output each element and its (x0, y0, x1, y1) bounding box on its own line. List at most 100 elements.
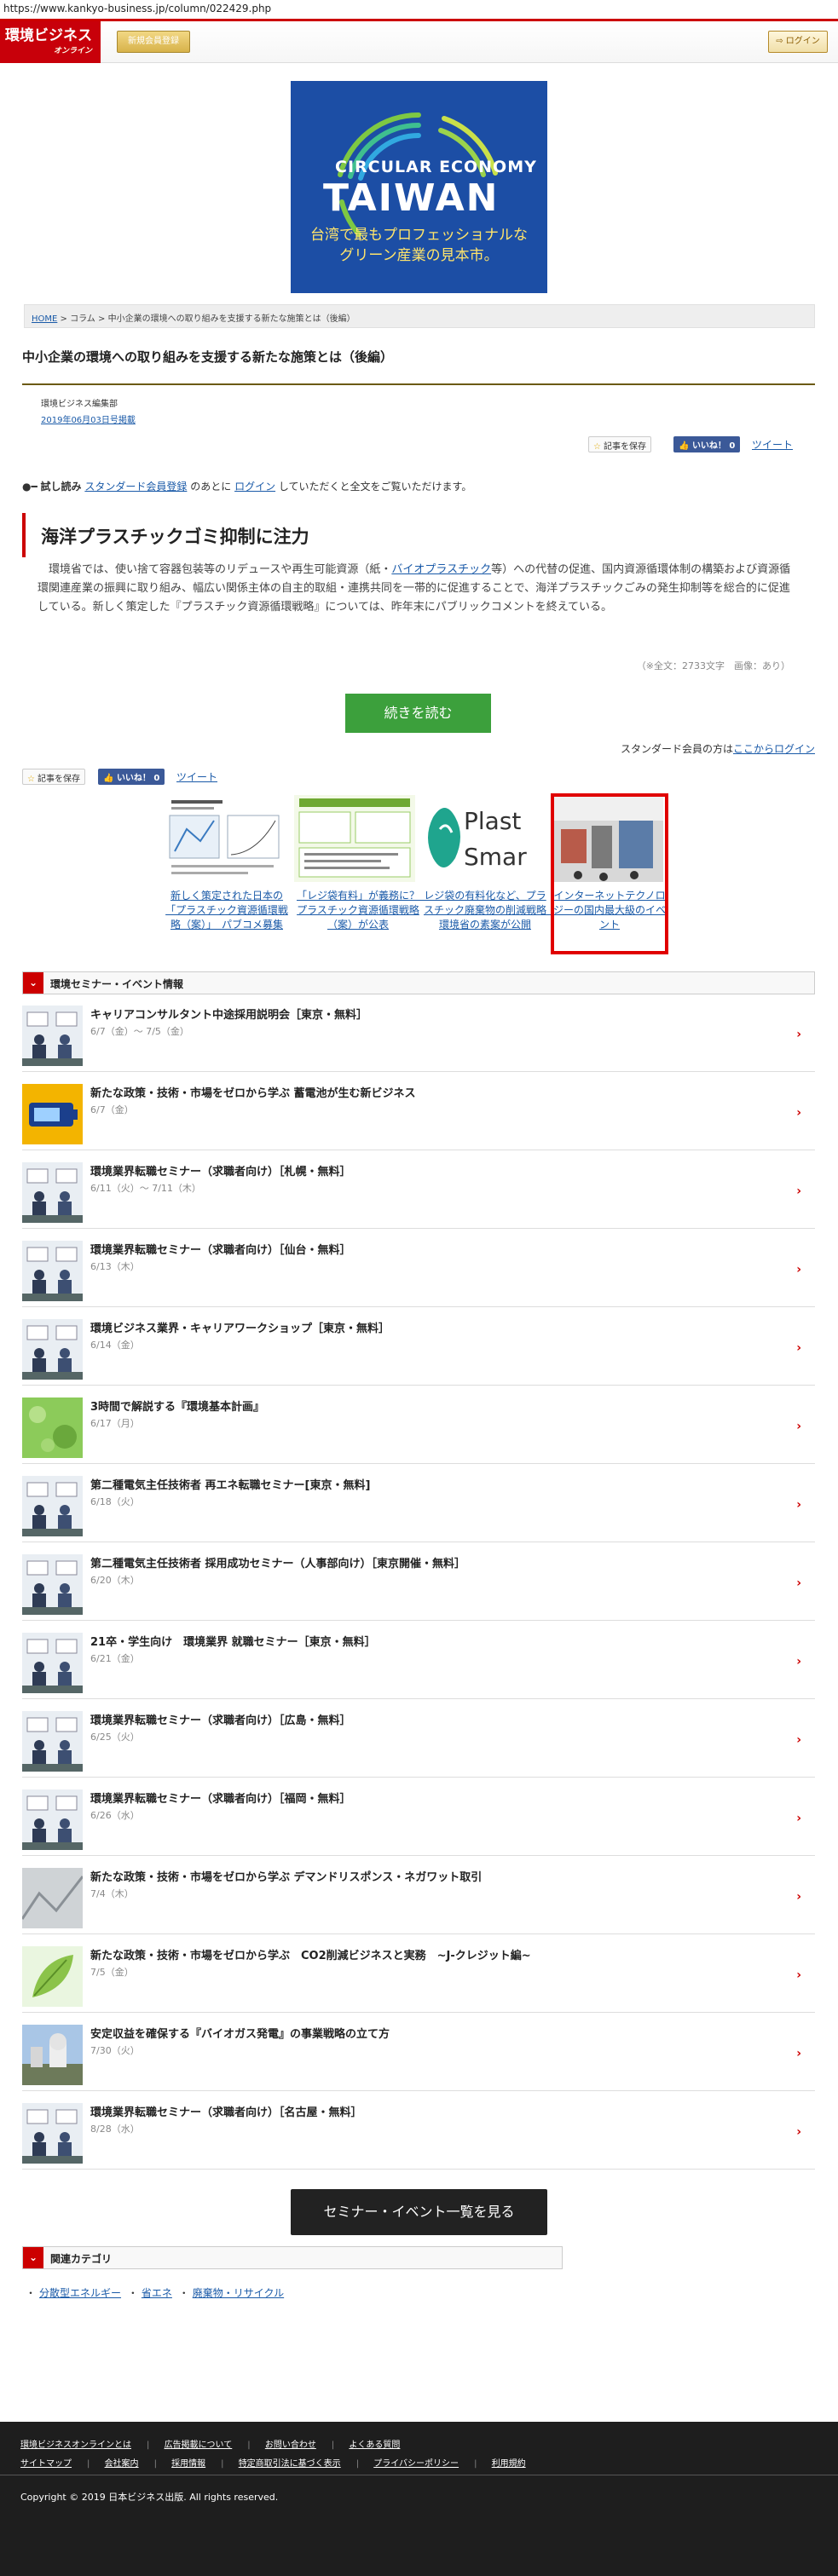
standard-register-link[interactable]: スタンダード会員登録 (84, 481, 187, 493)
chevron-right-icon[interactable]: › (796, 1576, 801, 1590)
footer-link[interactable]: 会社案内 (105, 2459, 139, 2469)
category-link[interactable]: 廃棄物・リサイクル (193, 2287, 284, 2299)
chevron-right-icon[interactable]: › (796, 1341, 801, 1355)
login-label: ログイン (785, 37, 820, 46)
footer-link[interactable]: お問い合わせ (265, 2441, 316, 2450)
event-date: 6/18（火） (90, 1496, 140, 1507)
event-date: 6/20（木） (90, 1575, 140, 1586)
event-title[interactable]: 21卒・学生向け 環境業界 就職セミナー［東京・無料］ (90, 1633, 376, 1649)
std-login-link[interactable]: ここからログイン (733, 743, 815, 755)
event-title[interactable]: 環境ビジネス業界・キャリアワークショップ［東京・無料］ (90, 1319, 390, 1335)
chevron-right-icon[interactable]: › (796, 2047, 801, 2060)
footer-link[interactable]: 採用情報 (171, 2459, 205, 2469)
related-link[interactable]: レジ袋の有料化など、プラスチック廃棄物の削減戦略 環境省の素案が公開 (424, 890, 557, 931)
event-item[interactable]: 新たな政策・技術・市場をゼロから学ぶ デマンドリスポンス・ネガワット取引 7/4（… (22, 1856, 815, 1934)
related-article[interactable]: 「レジ袋有料」が義務に？ プラスチック資源循環戦略（案）が公表 (294, 795, 430, 932)
category-link[interactable]: 省エネ (142, 2287, 172, 2299)
page-title: 中小企業の環境への取り組みを支援する新たな施策とは（後編） (22, 349, 394, 365)
event-item[interactable]: 環境業界転職セミナー（求職者向け）［仙台・無料］ 6/13（木） › (22, 1229, 815, 1307)
footer-link[interactable]: サイトマップ (20, 2459, 72, 2469)
event-item[interactable]: 環境業界転職セミナー（求職者向け）［福岡・無料］ 6/26（水） › (22, 1778, 815, 1856)
all-events-button[interactable]: セミナー・イベント一覧を見る (291, 2189, 547, 2235)
event-title[interactable]: 3時間で解説する『環境基本計画』 (90, 1397, 264, 1414)
like-button[interactable]: 👍 いいね！ 0 (673, 436, 741, 452)
event-item[interactable]: 環境業界転職セミナー（求職者向け）［名古屋・無料］ 8/28（水） › (22, 2091, 815, 2170)
chevron-right-icon[interactable]: › (796, 1733, 801, 1747)
thumb-word1: Plast (464, 807, 521, 835)
like-button[interactable]: 👍 いいね！ 0 (98, 769, 165, 785)
footer-link[interactable]: 広告掲載について (165, 2441, 233, 2450)
event-item[interactable]: 第二種電気主任技術者 再エネ転職セミナー[東京・無料] 6/18（火） › (22, 1464, 815, 1542)
event-item[interactable]: キャリアコンサルタント中途採用説明会［東京・無料］ 6/7（金）～ 7/5（金） › (22, 994, 815, 1072)
event-title[interactable]: 新たな政策・技術・市場をゼロから学ぶ CO2削減ビジネスと実務 ~J-クレジット… (90, 1946, 531, 1962)
event-date: 6/14（金） (90, 1340, 140, 1351)
footer-link[interactable]: 利用規約 (492, 2459, 526, 2469)
related-article[interactable]: Plast Smar レジ袋の有料化など、プラスチック廃棄物の削減戦略 環境省の… (421, 795, 557, 932)
event-title[interactable]: 新たな政策・技術・市場をゼロから学ぶ 蓄電池が生む新ビジネス (90, 1084, 416, 1100)
breadcrumb-column[interactable]: コラム (70, 314, 95, 324)
category-link[interactable]: 分散型エネルギー (39, 2287, 121, 2299)
tweet-link[interactable]: ツイート (176, 769, 217, 784)
event-item[interactable]: 新たな政策・技術・市場をゼロから学ぶ 蓄電池が生む新ビジネス 6/7（金） › (22, 1072, 815, 1150)
login-button[interactable]: ⇨ ログイン (768, 31, 828, 53)
event-title[interactable]: 第二種電気主任技術者 再エネ転職セミナー[東京・無料] (90, 1476, 370, 1492)
save-article-button[interactable]: ☆ 記事を保存 (588, 436, 651, 452)
chevron-right-icon[interactable]: › (796, 2125, 801, 2139)
event-thumbnail (22, 1397, 83, 1458)
breadcrumb-current: 中小企業の環境への取り組みを支援する新たな施策とは（後編） (107, 314, 355, 324)
event-title[interactable]: 環境業界転職セミナー（求職者向け）［名古屋・無料］ (90, 2103, 362, 2119)
footer-link[interactable]: 環境ビジネスオンラインとは (20, 2441, 131, 2450)
event-item[interactable]: 3時間で解説する『環境基本計画』 6/17（月） › (22, 1386, 815, 1464)
url-bar[interactable]: https://www.kankyo-business.jp/column/02… (0, 0, 838, 19)
related-link[interactable]: 新しく策定された日本の「プラスチック資源循環戦略（案）」 パブコメ募集 (165, 890, 288, 931)
chevron-right-icon[interactable]: › (796, 1812, 801, 1825)
trial-login-link[interactable]: ログイン (234, 481, 275, 493)
related-article[interactable]: 新しく策定された日本の「プラスチック資源循環戦略（案）」 パブコメ募集 (163, 795, 291, 932)
chevron-right-icon[interactable]: › (796, 1263, 801, 1276)
chevron-right-icon[interactable]: › (796, 1498, 801, 1512)
event-title[interactable]: 環境業界転職セミナー（求職者向け）［仙台・無料］ (90, 1241, 351, 1257)
chevron-right-icon[interactable]: › (796, 1028, 801, 1041)
related-link[interactable]: 「レジ袋有料」が義務に？ プラスチック資源循環戦略（案）が公表 (297, 890, 430, 931)
chevron-right-icon[interactable]: › (796, 1655, 801, 1668)
event-item[interactable]: 環境ビジネス業界・キャリアワークショップ［東京・無料］ 6/14（金） › (22, 1307, 815, 1386)
save-article-button[interactable]: ☆ 記事を保存 (22, 769, 85, 785)
thumbs-up-icon: 👍 (679, 441, 690, 451)
event-item[interactable]: 21卒・学生向け 環境業界 就職セミナー［東京・無料］ 6/21（金） › (22, 1621, 815, 1699)
key-icon: ●━ (22, 481, 38, 493)
footer-link[interactable]: プライバシーポリシー (373, 2459, 459, 2469)
event-item[interactable]: 環境業界転職セミナー（求職者向け）［広島・無料］ 6/25（火） › (22, 1699, 815, 1778)
footer-link[interactable]: よくある質問 (349, 2441, 400, 2450)
section-heading: 海洋プラスチックゴミ抑制に注力 (22, 513, 815, 557)
tweet-link[interactable]: ツイート (752, 437, 793, 452)
publish-date-link[interactable]: 2019年06月03日号掲載 (41, 412, 136, 425)
event-item[interactable]: 安定収益を確保する『バイオガス発電』の事業戦略の立て方 7/30（火） › (22, 2013, 815, 2091)
event-title[interactable]: 環境業界転職セミナー（求職者向け）［広島・無料］ (90, 1711, 351, 1727)
ad-banner[interactable]: CIRCULAR ECONOMY TAIWAN 台湾で最もプロフェッショナルな … (291, 81, 547, 293)
chevron-right-icon[interactable]: › (796, 1968, 801, 1982)
register-button[interactable]: 新規会員登録 (117, 31, 190, 53)
chevron-right-icon[interactable]: › (796, 1890, 801, 1904)
author-name: 環境ビジネス編集部 (41, 400, 118, 409)
chevron-right-icon[interactable]: › (796, 1420, 801, 1433)
banner-sub1: 台湾で最もプロフェッショナルな (310, 227, 528, 244)
trial-read-notice: ●━ 試し読み スタンダード会員登録 のあとに ログイン していただくと全文をご… (22, 479, 471, 493)
event-title[interactable]: 新たな政策・技術・市場をゼロから学ぶ デマンドリスポンス・ネガワット取引 (90, 1868, 482, 1884)
chevron-right-icon[interactable]: › (796, 1106, 801, 1120)
event-title[interactable]: 安定収益を確保する『バイオガス発電』の事業戦略の立て方 (90, 2025, 390, 2041)
chevron-right-icon[interactable]: › (796, 1184, 801, 1198)
event-title[interactable]: キャリアコンサルタント中途採用説明会［東京・無料］ (90, 1006, 367, 1022)
event-item[interactable]: 環境業界転職セミナー（求職者向け）［札幌・無料］ 6/11（火）～ 7/11（木）… (22, 1150, 815, 1229)
event-title[interactable]: 環境業界転職セミナー（求職者向け）［福岡・無料］ (90, 1789, 351, 1806)
read-more-button[interactable]: 続きを読む (345, 694, 491, 733)
event-item[interactable]: 第二種電気主任技術者 採用成功セミナー（人事部向け）［東京開催・無料］ 6/20（… (22, 1542, 815, 1621)
footer-link[interactable]: 特定商取引法に基づく表示 (239, 2459, 341, 2469)
event-title[interactable]: 環境業界転職セミナー（求職者向け）［札幌・無料］ (90, 1162, 351, 1179)
bioplastic-link[interactable]: バイオプラスチック (391, 563, 491, 576)
star-icon: ☆ (27, 775, 35, 784)
event-item[interactable]: 新たな政策・技術・市場をゼロから学ぶ CO2削減ビジネスと実務 ~J-クレジット… (22, 1934, 815, 2013)
breadcrumb-home[interactable]: HOME (32, 314, 57, 324)
event-title[interactable]: 第二種電気主任技術者 採用成功セミナー（人事部向け）［東京開催・無料］ (90, 1554, 465, 1570)
related-thumbnail (294, 795, 415, 882)
site-logo[interactable]: 環境ビジネス オンライン (0, 21, 101, 63)
